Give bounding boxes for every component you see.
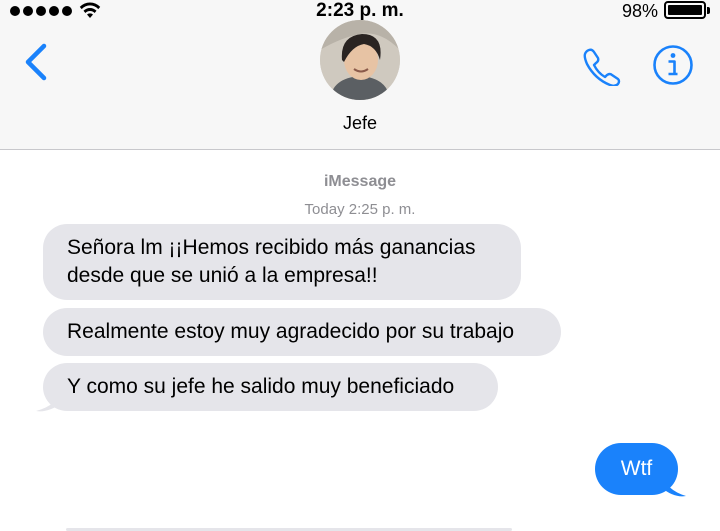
chevron-left-icon[interactable] bbox=[22, 42, 52, 82]
incoming-message[interactable]: Señora lm ¡¡Hemos recibido más ganancias… bbox=[43, 224, 521, 300]
message-timestamp: Today 2:25 p. m. bbox=[304, 201, 416, 218]
info-icon[interactable] bbox=[652, 44, 694, 86]
conversation-header: 2:23 p. m. 98% Jefe bbox=[0, 0, 720, 150]
phone-icon[interactable] bbox=[580, 46, 624, 86]
outgoing-bubble-tail bbox=[662, 474, 686, 497]
status-time: 2:23 p. m. bbox=[316, 0, 404, 21]
contact-name[interactable]: Jefe bbox=[0, 112, 720, 134]
incoming-bubble-tail bbox=[36, 389, 62, 412]
service-label: iMessage bbox=[323, 173, 397, 190]
incoming-message[interactable]: Realmente estoy muy agradecido por su tr… bbox=[43, 308, 561, 356]
incoming-message[interactable]: Y como su jefe he salido muy beneficiado bbox=[43, 363, 498, 411]
status-bar: 2:23 p. m. 98% bbox=[0, 0, 720, 22]
battery-percent: 98% bbox=[621, 1, 658, 21]
contact-avatar[interactable] bbox=[320, 20, 400, 100]
avatar-image bbox=[320, 20, 400, 100]
battery-icon bbox=[664, 1, 710, 19]
